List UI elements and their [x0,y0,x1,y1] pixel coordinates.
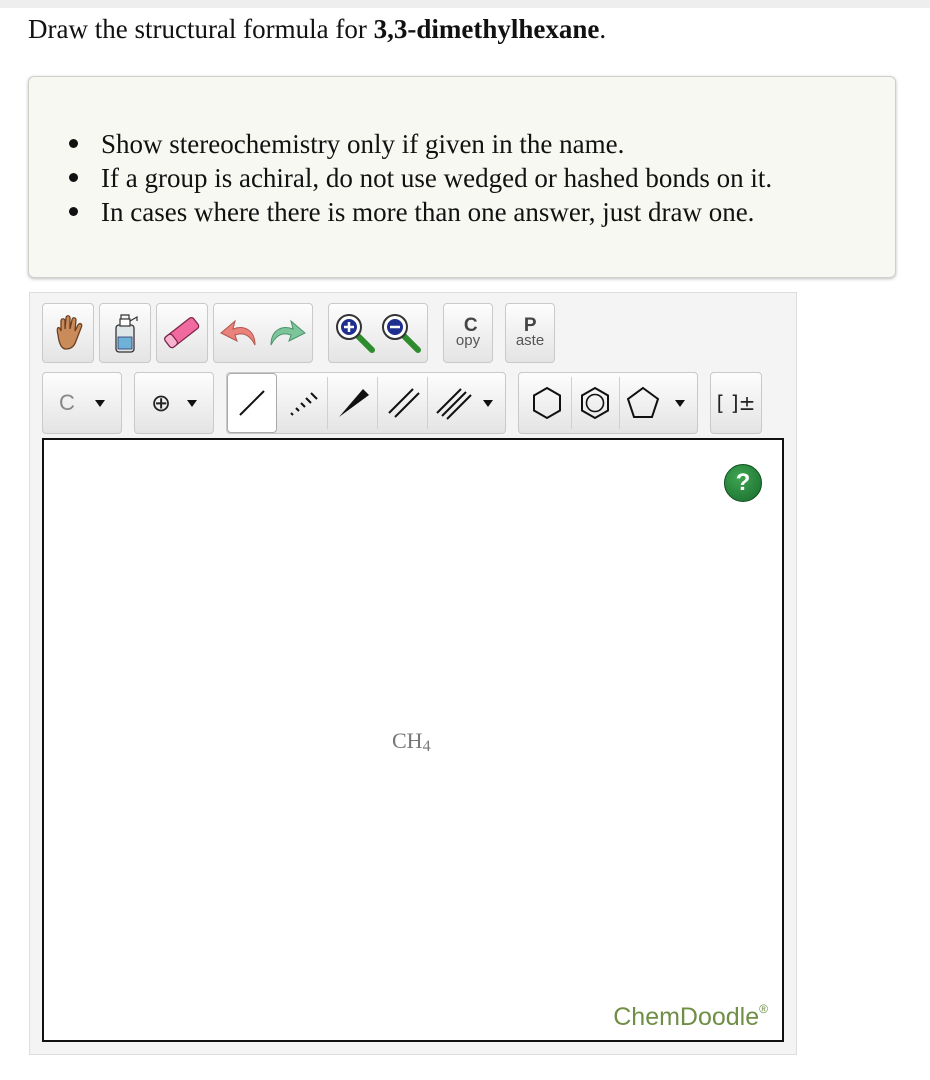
clear-spray-icon [115,314,138,353]
atom-label-dropdown[interactable]: C [42,372,122,434]
question-prompt: Draw the structural formula for 3,3-dime… [28,14,607,44]
chevron-down-icon [187,399,198,407]
bond-tools-group [226,372,506,434]
bullet-icon [69,207,78,216]
benzene-icon[interactable] [577,385,613,421]
eraser-button[interactable] [156,303,208,363]
bullet-icon [69,139,78,148]
zoom-group [328,303,428,363]
single-bond-button[interactable] [227,373,277,433]
paste-button[interactable]: Paste [505,303,555,363]
wedge-bond-icon[interactable] [333,383,373,423]
cyclopentane-icon[interactable] [625,385,661,421]
top-strip [0,0,930,8]
bracket-icon: [ ]± [716,391,756,415]
zoom-out-icon[interactable] [378,310,424,356]
bullet-icon [69,173,78,182]
eraser-icon [164,317,200,349]
single-bond-icon [239,390,265,416]
charge-dropdown[interactable]: ⊕ [134,372,214,434]
ring-tools-group [518,372,698,434]
clear-button[interactable] [99,303,151,363]
undo-icon[interactable] [217,313,263,353]
charge-plus-icon: ⊕ [150,389,172,417]
chevron-down-icon[interactable] [483,400,493,407]
chemdoodle-logo: ChemDoodle® [613,1002,768,1031]
compound-name: 3,3-dimethylhexane [373,14,600,44]
atom-label: C [59,390,75,415]
zoom-in-icon[interactable] [332,310,378,356]
hand-tool-button[interactable] [42,303,94,363]
methane-molecule[interactable]: CH4 [392,728,431,756]
instruction-item: If a group is achiral, do not use wedged… [69,161,772,195]
triple-bond-icon[interactable] [433,383,473,423]
chevron-down-icon[interactable] [675,400,685,407]
redo-icon[interactable] [263,313,309,353]
chemdoodle-sketcher: Copy Paste C ⊕ []± ? CH4 ChemDoodle® [29,292,797,1055]
instruction-item: Show stereochemistry only if given in th… [69,127,772,161]
undo-redo-group [213,303,313,363]
bracket-charge-button[interactable]: [ ]± [710,372,762,434]
hand-icon [56,315,83,350]
chevron-down-icon [94,399,105,407]
hashed-bond-icon[interactable] [285,383,325,423]
instructions-box: Show stereochemistry only if given in th… [28,76,896,278]
cyclohexane-icon[interactable] [529,385,565,421]
copy-button[interactable]: Copy [443,303,493,363]
instruction-item: In cases where there is more than one an… [69,195,772,229]
help-button[interactable]: ? [724,464,762,502]
drawing-canvas[interactable]: ? CH4 ChemDoodle® [42,438,784,1042]
double-bond-icon[interactable] [383,383,423,423]
